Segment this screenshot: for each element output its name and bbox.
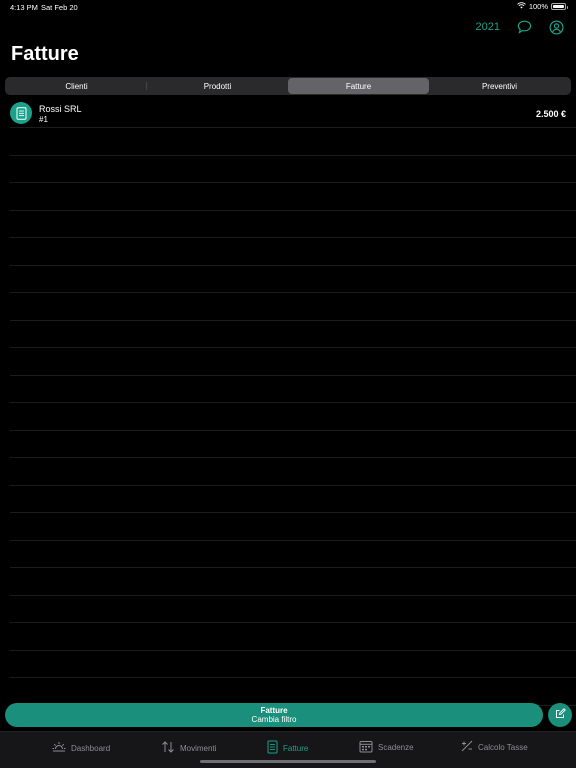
home-indicator[interactable] — [200, 760, 376, 763]
document-icon — [267, 740, 278, 756]
empty-row — [10, 486, 576, 513]
empty-row — [10, 623, 576, 651]
change-filter-button[interactable]: Fatture Cambia filtro — [5, 703, 543, 727]
invoice-list: Rossi SRL #1 2.500 € — [0, 99, 576, 706]
tab-fatture-label: Fatture — [283, 743, 309, 753]
empty-row — [10, 128, 576, 156]
tab-calcolo-tasse-label: Calcolo Tasse — [478, 742, 528, 752]
tab-dashboard[interactable]: Dashboard — [52, 740, 110, 756]
tab-dashboard-label: Dashboard — [71, 743, 111, 753]
calendar-icon — [359, 740, 373, 755]
tab-movimenti[interactable]: Movimenti — [161, 740, 216, 756]
compose-icon — [555, 706, 566, 724]
page-title: Fatture — [11, 43, 79, 65]
battery-percent: 100% — [528, 2, 548, 11]
empty-row — [10, 211, 576, 238]
empty-row — [10, 266, 576, 293]
empty-row — [10, 541, 576, 568]
chat-bubble-icon[interactable] — [516, 19, 532, 35]
invoice-client-name: Rossi SRL — [39, 104, 82, 114]
empty-row — [10, 156, 576, 183]
tab-scadenze[interactable]: Scadenze — [359, 740, 414, 755]
invoice-document-icon — [10, 102, 32, 124]
segment-fatture[interactable]: Fatture — [288, 78, 429, 94]
empty-row — [10, 651, 576, 678]
app-screen: 4:13 PM Sat Feb 20 100% 2021 Fatture Cli… — [0, 0, 576, 768]
empty-row — [10, 293, 576, 321]
invoice-amount: 2.500 € — [535, 109, 566, 119]
status-date: Sat Feb 20 — [41, 3, 78, 12]
nav-actions: 2021 — [476, 19, 564, 35]
empty-row — [10, 458, 576, 486]
empty-row — [10, 513, 576, 541]
empty-row — [10, 431, 576, 458]
invoice-row[interactable]: Rossi SRL #1 2.500 € — [10, 99, 576, 128]
empty-row — [10, 348, 576, 376]
status-bar: 4:13 PM Sat Feb 20 100% — [0, 0, 576, 14]
empty-row — [10, 596, 576, 623]
profile-icon[interactable] — [548, 19, 564, 35]
status-time: 4:13 PM — [10, 3, 38, 12]
filter-button-title: Fatture — [260, 706, 288, 715]
arrows-up-down-icon — [161, 740, 175, 756]
empty-row — [10, 238, 576, 266]
empty-row — [10, 403, 576, 431]
empty-row — [10, 376, 576, 403]
empty-row — [10, 321, 576, 348]
segment-prodotti[interactable]: Prodotti — [147, 78, 288, 94]
battery-icon — [551, 3, 568, 10]
invoice-number: #1 — [39, 115, 48, 124]
tab-fatture[interactable]: Fatture — [267, 740, 308, 756]
compose-button[interactable] — [548, 703, 572, 727]
sun-icon — [52, 740, 66, 756]
plus-minus-icon — [461, 740, 473, 754]
filter-button-subtitle: Cambia filtro — [251, 715, 297, 724]
empty-row — [10, 568, 576, 596]
segment-clienti[interactable]: Clienti — [6, 78, 147, 94]
segment-preventivi[interactable]: Preventivi — [429, 78, 570, 94]
empty-row — [10, 678, 576, 706]
segmented-control: Clienti Prodotti Fatture Preventivi — [5, 77, 571, 95]
tab-calcolo-tasse[interactable]: Calcolo Tasse — [461, 740, 528, 754]
wifi-icon — [516, 2, 526, 11]
status-indicators: 100% — [516, 2, 568, 11]
tab-movimenti-label: Movimenti — [180, 743, 217, 753]
tab-scadenze-label: Scadenze — [378, 743, 414, 752]
empty-row — [10, 183, 576, 211]
year-selector-button[interactable]: 2021 — [476, 21, 500, 33]
